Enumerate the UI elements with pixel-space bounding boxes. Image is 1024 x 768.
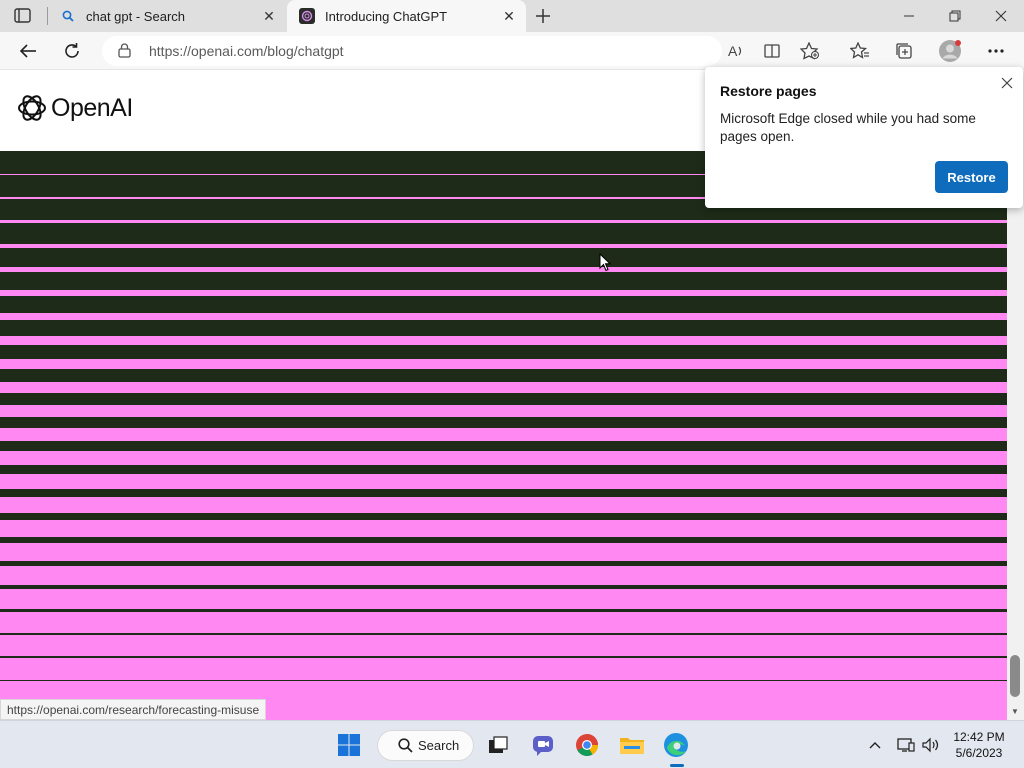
hero-stripe <box>0 359 1007 369</box>
hero-stripe <box>0 267 1007 272</box>
scroll-down-icon[interactable]: ▼ <box>1011 707 1019 716</box>
dialog-message: Microsoft Edge closed while you had some… <box>720 111 976 144</box>
close-icon[interactable] <box>997 73 1017 93</box>
close-tab-icon[interactable]: ✕ <box>498 5 520 27</box>
refresh-icon[interactable] <box>58 37 86 65</box>
settings-more-icon[interactable] <box>982 37 1010 65</box>
browser-toolbar: https://openai.com/blog/chatgpt A <box>0 32 1024 70</box>
system-clock[interactable]: 12:42 PM 5/6/2023 <box>948 729 1010 761</box>
openai-favicon-icon <box>299 8 315 24</box>
hero-stripe <box>0 497 1007 513</box>
hero-stripe <box>0 474 1007 489</box>
tab-title: Introducing ChatGPT <box>325 8 448 24</box>
tab-introducing-chatgpt[interactable]: Introducing ChatGPT ✕ <box>287 0 526 32</box>
hero-stripe <box>0 313 1007 320</box>
windows-start-icon[interactable] <box>334 730 364 760</box>
restore-window-icon[interactable] <box>932 0 978 32</box>
chrome-icon[interactable] <box>572 730 602 760</box>
profile-avatar-icon[interactable] <box>936 37 964 65</box>
hero-stripe <box>0 428 1007 441</box>
add-favorite-icon[interactable] <box>796 37 824 65</box>
tab-chat-gpt-search[interactable]: chat gpt - Search ✕ <box>48 0 286 32</box>
collections-icon[interactable] <box>890 37 918 65</box>
hero-stripe <box>0 336 1007 345</box>
hero-stripe <box>0 405 1007 417</box>
svg-text:A: A <box>728 43 738 59</box>
clock-time: 12:42 PM <box>953 730 1005 744</box>
read-aloud-icon[interactable]: A <box>722 37 750 65</box>
task-view-icon[interactable] <box>483 730 513 760</box>
openai-logo-icon <box>18 95 46 121</box>
hero-stripe <box>0 589 1007 609</box>
scrollbar-thumb[interactable] <box>1010 655 1020 697</box>
url-text[interactable]: https://openai.com/blog/chatgpt <box>149 43 344 59</box>
volume-icon[interactable] <box>920 734 942 756</box>
immersive-reader-icon[interactable] <box>759 37 787 65</box>
openai-logo[interactable]: OpenAI <box>16 92 133 124</box>
tab-actions-icon[interactable] <box>12 7 34 25</box>
file-explorer-icon[interactable] <box>617 730 647 760</box>
restore-button[interactable]: Restore <box>935 161 1008 193</box>
hero-stripe <box>0 244 1007 248</box>
hero-stripe <box>0 635 1007 656</box>
close-window-icon[interactable] <box>978 0 1024 32</box>
taskbar-search[interactable]: Search <box>377 730 474 761</box>
hero-stripe <box>0 220 1007 223</box>
dialog-title: Restore pages <box>720 83 817 99</box>
search-icon <box>398 738 413 753</box>
hero-stripe <box>0 543 1007 561</box>
back-arrow-icon[interactable] <box>14 37 42 65</box>
chevron-up-icon[interactable] <box>864 734 886 756</box>
restore-pages-dialog: Restore pages Microsoft Edge closed whil… <box>705 67 1023 208</box>
logo-text: OpenAI <box>51 93 133 122</box>
hero-stripe <box>0 382 1007 393</box>
close-tab-icon[interactable]: ✕ <box>258 5 280 27</box>
search-icon <box>60 8 76 24</box>
hero-stripe <box>0 658 1007 680</box>
hero-stripe <box>0 290 1007 296</box>
lock-icon[interactable] <box>118 43 131 63</box>
tab-strip: chat gpt - Search ✕ Introducing ChatGPT … <box>0 0 1024 32</box>
hero-stripe <box>0 520 1007 537</box>
hero-striped-image <box>0 151 1007 720</box>
windows-taskbar: Search 12:42 PM 5/6/2023 <box>0 720 1024 768</box>
new-tab-icon[interactable] <box>532 5 554 27</box>
hero-stripe <box>0 451 1007 465</box>
tab-title: chat gpt - Search <box>86 8 185 24</box>
clock-date: 5/6/2023 <box>955 746 1003 760</box>
minimize-icon[interactable] <box>886 0 932 32</box>
hero-stripe <box>0 612 1007 633</box>
hero-stripe <box>0 566 1007 585</box>
link-status-bar: https://openai.com/research/forecasting-… <box>0 699 267 720</box>
active-app-indicator <box>670 764 684 767</box>
address-bar[interactable]: https://openai.com/blog/chatgpt <box>102 36 722 66</box>
network-icon[interactable] <box>895 734 917 756</box>
favorites-icon[interactable] <box>846 37 874 65</box>
teams-chat-icon[interactable] <box>528 730 558 760</box>
mouse-cursor-icon <box>599 253 611 272</box>
edge-icon[interactable] <box>661 730 691 760</box>
taskbar-search-label: Search <box>418 738 460 753</box>
